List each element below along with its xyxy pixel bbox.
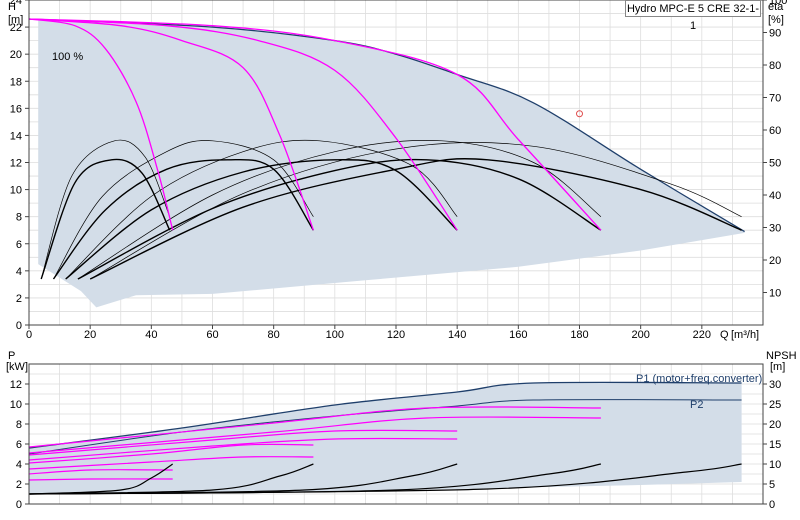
q-tick-label: 200: [631, 329, 649, 341]
p-tick-label: 12: [10, 379, 22, 391]
h-axis-unit: [m]: [8, 14, 23, 26]
h-tick-label: 2: [16, 293, 22, 305]
npsh-tick-label: 0: [769, 499, 775, 511]
h-tick-label: 4: [16, 266, 22, 278]
q-axis-ticks: 0 20 40 60 80 100 120 140 160 180 200 220: [26, 325, 711, 341]
p-tick-label: 0: [16, 499, 22, 511]
q-axis-unit: [m³/h]: [731, 329, 759, 341]
q-axis-label: Q: [720, 329, 729, 341]
eta-tick-label: 70: [769, 93, 781, 105]
h-tick-label: 14: [10, 130, 22, 142]
eta-tick-label: 90: [769, 28, 781, 40]
q-tick-label: 180: [570, 329, 588, 341]
eta-tick-label: 50: [769, 158, 781, 170]
h-tick-label: 16: [10, 103, 22, 115]
p2-series-label: P2: [690, 399, 703, 411]
eta-axis-ticks: 102030405060708090100: [763, 0, 787, 300]
h-tick-label: 6: [16, 239, 22, 251]
eta-axis-label: eta: [768, 1, 784, 13]
p-tick-label: 10: [10, 399, 22, 411]
q-tick-label: 160: [509, 329, 527, 341]
q-tick-label: 220: [693, 329, 711, 341]
q-tick-label: 80: [268, 329, 280, 341]
h-axis-label: H: [8, 1, 16, 13]
q-tick-label: 140: [448, 329, 466, 341]
pump-model-legend: Hydro MPC-E 5 CRE 32-1-1: [625, 0, 761, 32]
npsh-axis-unit: [m]: [770, 361, 785, 373]
h-tick-label: 12: [10, 158, 22, 170]
h-tick-label: 20: [10, 49, 22, 61]
speed-annotation: 100 %: [52, 51, 83, 63]
npsh-axis-ticks: 0 5 10 15 20 25 30: [763, 379, 781, 511]
head-chart: 0 20 40 60 80 100 120 140 160 180 200 220 0 2 4 6 8 10 12…: [8, 0, 787, 341]
eta-tick-label: 80: [769, 60, 781, 72]
p-axis-ticks: 0 2 4 6 8 10 12: [10, 379, 29, 511]
eta-axis-unit: [%]: [768, 14, 784, 26]
eta-tick-label: 40: [769, 190, 781, 202]
q-tick-label: 120: [387, 329, 405, 341]
q-tick-label: 40: [145, 329, 157, 341]
q-tick-label: 0: [26, 329, 32, 341]
eta-tick-label: 20: [769, 255, 781, 267]
p-tick-label: 8: [16, 419, 22, 431]
q-tick-label: 20: [84, 329, 96, 341]
eta-tick-label: 60: [769, 125, 781, 137]
p-tick-label: 6: [16, 439, 22, 451]
pump-performance-chart: 0 20 40 60 80 100 120 140 160 180 200 220 024681012…: [6, 0, 797, 511]
h-tick-label: 18: [10, 76, 22, 88]
h-tick-label: 0: [16, 320, 22, 332]
p-tick-label: 4: [16, 459, 22, 471]
p-tick-label: 2: [16, 479, 22, 491]
h-tick-label: 8: [16, 212, 22, 224]
npsh-tick-label: 5: [769, 479, 775, 491]
p-axis-unit: [kW]: [6, 361, 28, 373]
q-tick-label: 60: [206, 329, 218, 341]
h-axis-ticks: 024681012141618202224: [10, 0, 29, 332]
eta-tick-label: 10: [769, 288, 781, 300]
power-chart: 024681012 051015202530 P [kW] NPSH [m] P…: [6, 350, 797, 511]
npsh-tick-label: 25: [769, 399, 781, 411]
p1-series-label: P1 (motor+freq.converter): [636, 373, 762, 385]
q-tick-label: 100: [326, 329, 344, 341]
npsh-tick-label: 10: [769, 459, 781, 471]
npsh-tick-label: 30: [769, 379, 781, 391]
npsh-tick-label: 15: [769, 439, 781, 451]
eta-tick-label: 30: [769, 223, 781, 235]
h-tick-label: 10: [10, 185, 22, 197]
npsh-tick-label: 20: [769, 419, 781, 431]
